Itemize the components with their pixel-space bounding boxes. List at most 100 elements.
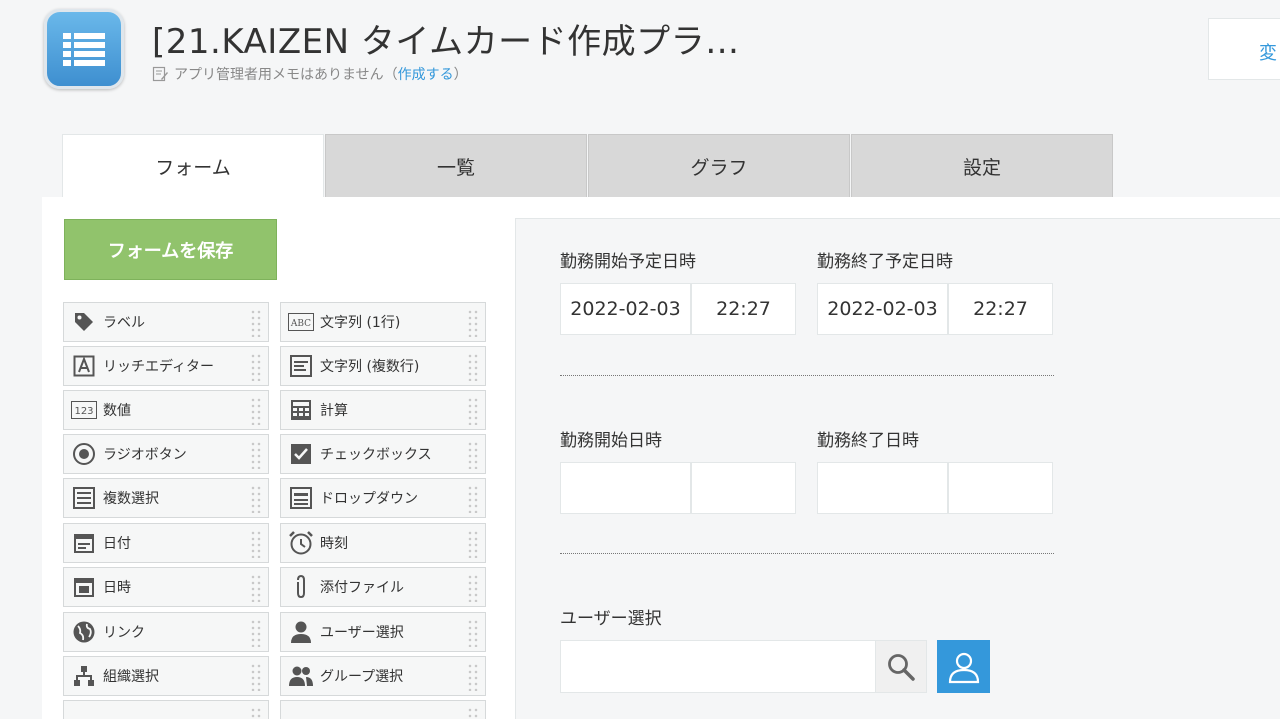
- user-select-input[interactable]: [560, 640, 876, 693]
- drag-handle-icon: [467, 353, 479, 381]
- palette-item-datetime[interactable]: 日時: [63, 567, 269, 607]
- start-actual-date-input[interactable]: [560, 462, 691, 514]
- search-icon: [888, 653, 915, 681]
- palette-item-text: ラベル: [103, 315, 145, 331]
- palette-item-attachment[interactable]: 添付ファイル: [280, 567, 486, 607]
- row-divider: [560, 553, 1054, 554]
- palette-item-text: チェックボックス: [320, 447, 432, 463]
- palette-item-text: 組織選択: [103, 669, 159, 685]
- palette-item-group-select[interactable]: グループ選択: [280, 656, 486, 696]
- app-memo: アプリ管理者用メモはありません（作成する）: [152, 64, 468, 84]
- user-picker-button[interactable]: [937, 640, 990, 693]
- palette-item-text: リンク: [103, 625, 145, 641]
- drag-handle-icon: [250, 309, 262, 337]
- drag-handle-icon: [467, 309, 479, 337]
- tag-icon: [70, 308, 98, 336]
- list-icon: [63, 33, 105, 66]
- user-search-button[interactable]: [875, 640, 927, 693]
- tab-form[interactable]: フォーム: [62, 134, 324, 198]
- palette-item-text: 添付ファイル: [320, 580, 404, 596]
- palette-item-user-select[interactable]: ユーザー選択: [280, 612, 486, 652]
- drag-handle-icon: [467, 397, 479, 425]
- svg-text:ABC: ABC: [290, 319, 311, 329]
- memo-create-link[interactable]: 作成する: [398, 67, 454, 83]
- field-label-start-planned: 勤務開始予定日時: [560, 252, 696, 272]
- radio-icon: [70, 440, 98, 468]
- drag-handle-icon: [250, 441, 262, 469]
- paperclip-icon: [287, 573, 315, 601]
- palette-item-text-multi[interactable]: 文字列 (複数行): [280, 346, 486, 386]
- palette-item-multi-select[interactable]: 複数選択: [63, 478, 269, 518]
- dropdown-icon: [287, 484, 315, 512]
- palette-item-partial[interactable]: [280, 700, 486, 719]
- multi-select-icon: [70, 484, 98, 512]
- end-actual-time-input[interactable]: [948, 462, 1053, 514]
- palette-item-text: 文字列 (1行): [320, 315, 401, 331]
- palette-item-link[interactable]: リンク: [63, 612, 269, 652]
- calculator-icon: [287, 396, 315, 424]
- drag-handle-icon: [467, 441, 479, 469]
- end-planned-date-input[interactable]: 2022-02-03: [817, 283, 948, 335]
- drag-handle-icon: [250, 485, 262, 513]
- tab-list[interactable]: 一覧: [325, 134, 587, 197]
- start-actual-time-input[interactable]: [691, 462, 796, 514]
- palette-item-radio[interactable]: ラジオボタン: [63, 434, 269, 474]
- change-app-button[interactable]: 変: [1208, 18, 1280, 80]
- palette-item-text-single[interactable]: ABC 文字列 (1行): [280, 302, 486, 342]
- palette-item-text: リッチエディター: [103, 359, 215, 375]
- drag-handle-icon: [250, 707, 262, 719]
- text-single-icon: ABC: [287, 308, 315, 336]
- palette-item-checkbox[interactable]: チェックボックス: [280, 434, 486, 474]
- tab-graph[interactable]: グラフ: [588, 134, 850, 197]
- end-actual-date-input[interactable]: [817, 462, 948, 514]
- app-title: [21.KAIZEN タイムカード作成プラ…: [152, 22, 740, 62]
- drag-handle-icon: [467, 707, 479, 719]
- org-icon: [70, 662, 98, 690]
- number-icon: 123: [70, 396, 98, 424]
- app-icon: [44, 9, 124, 89]
- list-field-icon: [70, 706, 98, 719]
- user-icon: [287, 618, 315, 646]
- palette-item-rich-editor[interactable]: リッチエディター: [63, 346, 269, 386]
- memo-edit-icon: [152, 66, 168, 82]
- date-icon: [70, 529, 98, 557]
- drag-handle-icon: [250, 530, 262, 558]
- palette-item-text: 日時: [103, 580, 131, 596]
- settings-tabs: フォーム 一覧 グラフ 設定: [62, 134, 1114, 198]
- palette-item-text: ドロップダウン: [320, 491, 418, 507]
- drag-handle-icon: [250, 397, 262, 425]
- start-planned-time-input[interactable]: 22:27: [691, 283, 796, 335]
- palette-item-org-select[interactable]: 組織選択: [63, 656, 269, 696]
- tab-settings[interactable]: 設定: [851, 134, 1113, 197]
- memo-text: アプリ管理者用メモはありません（: [174, 67, 398, 83]
- palette-item-date[interactable]: 日付: [63, 523, 269, 563]
- drag-handle-icon: [250, 663, 262, 691]
- palette-item-partial[interactable]: [63, 700, 269, 719]
- group-icon: [287, 662, 315, 690]
- palette-item-text: ユーザー選択: [320, 625, 404, 641]
- drag-handle-icon: [250, 353, 262, 381]
- drag-handle-icon: [467, 485, 479, 513]
- palette-item-text: 日付: [103, 536, 131, 552]
- palette-item-label[interactable]: ラベル: [63, 302, 269, 342]
- palette-item-text: 複数選択: [103, 491, 159, 507]
- palette-item-text: グループ選択: [320, 669, 404, 685]
- palette-item-text: 数値: [103, 403, 131, 419]
- palette-item-text: 時刻: [320, 536, 348, 552]
- drag-handle-icon: [467, 619, 479, 647]
- datetime-icon: [70, 573, 98, 601]
- globe-icon: [70, 618, 98, 646]
- palette-item-text: 文字列 (複数行): [320, 359, 420, 375]
- clock-icon: [287, 529, 315, 557]
- drag-handle-icon: [467, 530, 479, 558]
- drag-handle-icon: [250, 574, 262, 602]
- palette-item-time[interactable]: 時刻: [280, 523, 486, 563]
- palette-item-number[interactable]: 123 数値: [63, 390, 269, 430]
- field-label-end-planned: 勤務終了予定日時: [817, 252, 953, 272]
- end-planned-time-input[interactable]: 22:27: [948, 283, 1053, 335]
- palette-item-dropdown[interactable]: ドロップダウン: [280, 478, 486, 518]
- save-form-button[interactable]: フォームを保存: [64, 219, 277, 280]
- field-label-start-actual: 勤務開始日時: [560, 431, 662, 451]
- palette-item-calc[interactable]: 計算: [280, 390, 486, 430]
- start-planned-date-input[interactable]: 2022-02-03: [560, 283, 691, 335]
